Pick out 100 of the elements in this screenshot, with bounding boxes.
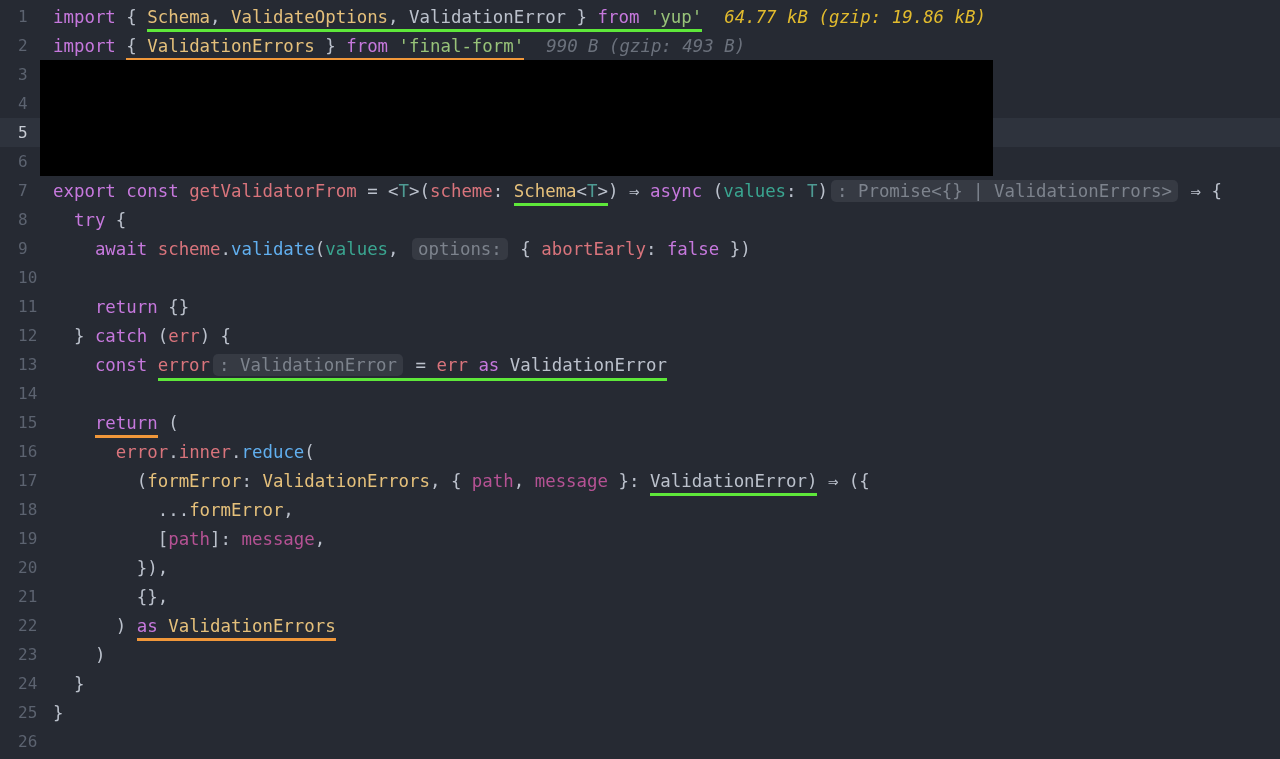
inlay-hint: : Promise<{} | ValidationErrors> xyxy=(831,179,1179,202)
line-number: 11 xyxy=(17,297,39,316)
code-token: ( xyxy=(167,412,179,433)
code-token: , ValidationError } xyxy=(388,6,589,27)
line-number: 25 xyxy=(17,703,39,722)
code-token: ( xyxy=(304,441,315,462)
code-token: = xyxy=(414,354,427,375)
line-number: 3 xyxy=(17,65,29,84)
code-token: < xyxy=(576,180,588,201)
line-number: 17 xyxy=(17,471,39,490)
code-token: ValidationError) xyxy=(649,470,818,491)
code-token: from xyxy=(597,6,641,27)
code-token: as xyxy=(478,354,500,375)
code-token: async xyxy=(649,180,703,201)
line-number: 13 xyxy=(17,355,39,374)
code-token: catch xyxy=(94,325,148,346)
code-token: > xyxy=(597,180,609,201)
line-number: 19 xyxy=(17,529,39,548)
code-token: scheme xyxy=(157,238,221,259)
code-token: , xyxy=(210,6,222,27)
code-token: error xyxy=(114,441,169,462)
line-number: 7 xyxy=(17,181,29,200)
code-token: const xyxy=(126,180,180,201)
code-token: , xyxy=(283,499,294,520)
code-token: {}, xyxy=(135,586,169,607)
code-token: , xyxy=(388,238,400,259)
line-number: 21 xyxy=(17,587,39,606)
code-token: {} xyxy=(167,296,190,317)
code-token: . xyxy=(220,238,231,259)
code-token: 'yup' xyxy=(649,6,703,27)
code-token: : xyxy=(645,238,658,259)
inlay-hint: : ValidationError xyxy=(213,353,404,376)
code-token: }), xyxy=(135,557,169,578)
code-token: T xyxy=(807,180,818,201)
code-token: return xyxy=(94,412,158,433)
code-token: message xyxy=(241,528,315,549)
code-token: export xyxy=(53,180,117,201)
code-token: { xyxy=(126,35,138,56)
code-token: { xyxy=(114,209,127,230)
code-token: = < xyxy=(366,180,399,201)
code-token: ValidationErrors xyxy=(168,615,336,636)
code-token: T xyxy=(587,180,598,201)
line-number: 12 xyxy=(17,326,39,345)
code-token: return xyxy=(93,296,158,317)
line-number: 2 xyxy=(17,36,29,55)
code-token: } xyxy=(53,702,64,723)
code-token: , xyxy=(513,470,526,491)
code-token: ValidateOptions xyxy=(231,6,389,27)
code-token: }: xyxy=(617,470,641,491)
code-token: } xyxy=(72,325,86,346)
code-token: formError xyxy=(189,499,284,520)
code-token: ( xyxy=(156,325,169,346)
code-token: try xyxy=(72,209,106,230)
code-token: ) { xyxy=(199,325,232,346)
code-token: error xyxy=(157,354,211,375)
code-token: from xyxy=(346,35,390,56)
code-token: abortEarly xyxy=(541,238,646,259)
code-token: T xyxy=(398,180,410,201)
code-token: } xyxy=(72,673,85,694)
code-token: values xyxy=(325,238,389,259)
code-token: values xyxy=(723,180,787,201)
code-token: Schema xyxy=(513,180,577,201)
line-number: 5 xyxy=(17,123,29,142)
code-token: const xyxy=(93,354,149,375)
line-number: 15 xyxy=(17,413,39,432)
code-token: validate xyxy=(231,238,315,259)
code-token: 'final-form' xyxy=(398,35,525,56)
code-token: Schema xyxy=(147,6,211,27)
code-token: ⇒ ({ xyxy=(826,470,870,491)
line-number: 6 xyxy=(17,152,29,171)
code-token: , { xyxy=(429,470,463,491)
code-token: ValidationErrors xyxy=(147,35,315,56)
code-token: ) xyxy=(114,615,128,636)
import-size-annotation: 990 B (gzip: 493 B) xyxy=(546,35,746,56)
code-token: inner xyxy=(178,441,231,462)
code-token: import xyxy=(53,6,116,27)
code-token: formError xyxy=(147,470,242,491)
code-token: [ xyxy=(156,528,169,549)
code-token: ) ⇒ xyxy=(608,180,641,201)
code-token: false xyxy=(666,238,720,259)
code-token: reduce xyxy=(241,441,305,462)
code-token: : xyxy=(492,180,505,201)
code-token: ValidationErrors xyxy=(262,470,430,491)
line-number: 10 xyxy=(17,268,39,287)
line-number: 16 xyxy=(17,442,39,461)
line-number: 8 xyxy=(17,210,29,229)
code-token: >( xyxy=(409,180,430,201)
line-number: 9 xyxy=(17,239,29,258)
line-number: 18 xyxy=(17,500,39,519)
code-token: ValidationError xyxy=(508,354,667,375)
inlay-hint: options: xyxy=(412,237,508,260)
code-token: as xyxy=(136,615,159,636)
code-token: getValidatorFrom xyxy=(189,180,357,201)
line-number: 4 xyxy=(17,94,29,113)
code-token: message xyxy=(534,470,608,491)
code-token: ( xyxy=(314,238,326,259)
code-token: err xyxy=(168,325,200,346)
code-token: ( xyxy=(135,470,148,491)
code-token: ) xyxy=(93,644,106,665)
code-token: ]: xyxy=(210,528,232,549)
